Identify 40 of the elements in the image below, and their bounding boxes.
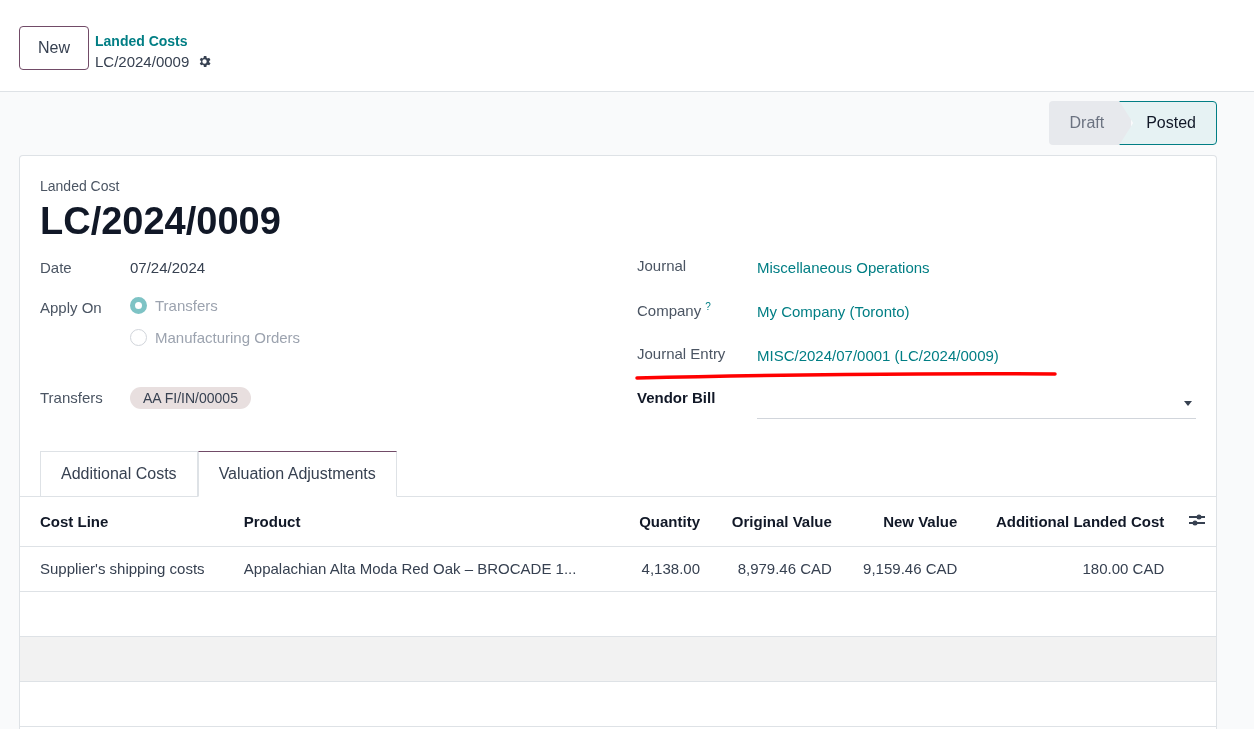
field-link[interactable]: MISC/2024/07/0001 (LC/2024/0009) xyxy=(757,345,1196,364)
status-stage[interactable]: Draft xyxy=(1048,101,1132,145)
field-label: Vendor Bill xyxy=(637,388,716,406)
settings-icon[interactable] xyxy=(197,54,213,69)
field-link[interactable]: My Company (Toronto) xyxy=(757,301,1196,320)
notebook-tab[interactable]: Additional Costs xyxy=(40,451,198,497)
transfer-tag[interactable]: AA FI/IN/00005 xyxy=(130,387,251,409)
field-label: Journal Entry xyxy=(637,344,726,362)
column-header[interactable]: Cost Line xyxy=(20,497,234,546)
column-header[interactable]: Quantity xyxy=(621,497,710,546)
table-cell: 4,138.00 xyxy=(621,546,710,591)
breadcrumb-link[interactable]: Landed Costs xyxy=(95,33,213,49)
notebook-tab[interactable]: Valuation Adjustments xyxy=(197,451,397,497)
field-label: Apply On xyxy=(40,298,103,316)
field-label: Company xyxy=(637,301,702,320)
column-header[interactable]: New Value xyxy=(841,497,968,546)
record-name: LC/2024/0009 xyxy=(95,53,190,70)
radio-button[interactable] xyxy=(130,329,147,346)
table-cell: Supplier's shipping costs xyxy=(20,546,234,591)
column-header[interactable]: Additional Landed Cost xyxy=(967,497,1175,546)
field-label: Date xyxy=(40,258,73,276)
radio-button[interactable] xyxy=(130,297,147,314)
field-label: Transfers xyxy=(40,388,104,406)
column-header[interactable]: Original Value xyxy=(710,497,842,546)
table-cell: 8,979.46 CAD xyxy=(710,546,842,591)
radio-label: Transfers xyxy=(155,297,218,314)
radio-label: Manufacturing Orders xyxy=(155,329,301,346)
table-cell: Appalachian Alta Moda Red Oak – BROCADE 1... xyxy=(233,546,622,591)
table-cell: 9,159.46 CAD xyxy=(841,546,968,591)
field-link[interactable]: Miscellaneous Operations xyxy=(757,257,1196,276)
field-label: Journal xyxy=(637,256,687,274)
date-value[interactable]: 07/24/2024 xyxy=(130,257,637,276)
record-title: LC/2024/0009 xyxy=(40,200,282,243)
form-caption: Landed Cost xyxy=(40,178,121,194)
caret-icon xyxy=(1184,401,1192,406)
table-cell: 180.00 CAD xyxy=(967,546,1175,591)
new-button[interactable]: New xyxy=(19,26,89,70)
column-header[interactable]: Product xyxy=(233,497,622,546)
help-mark[interactable]: ? xyxy=(705,301,711,312)
status-stage[interactable]: Posted xyxy=(1119,101,1217,145)
